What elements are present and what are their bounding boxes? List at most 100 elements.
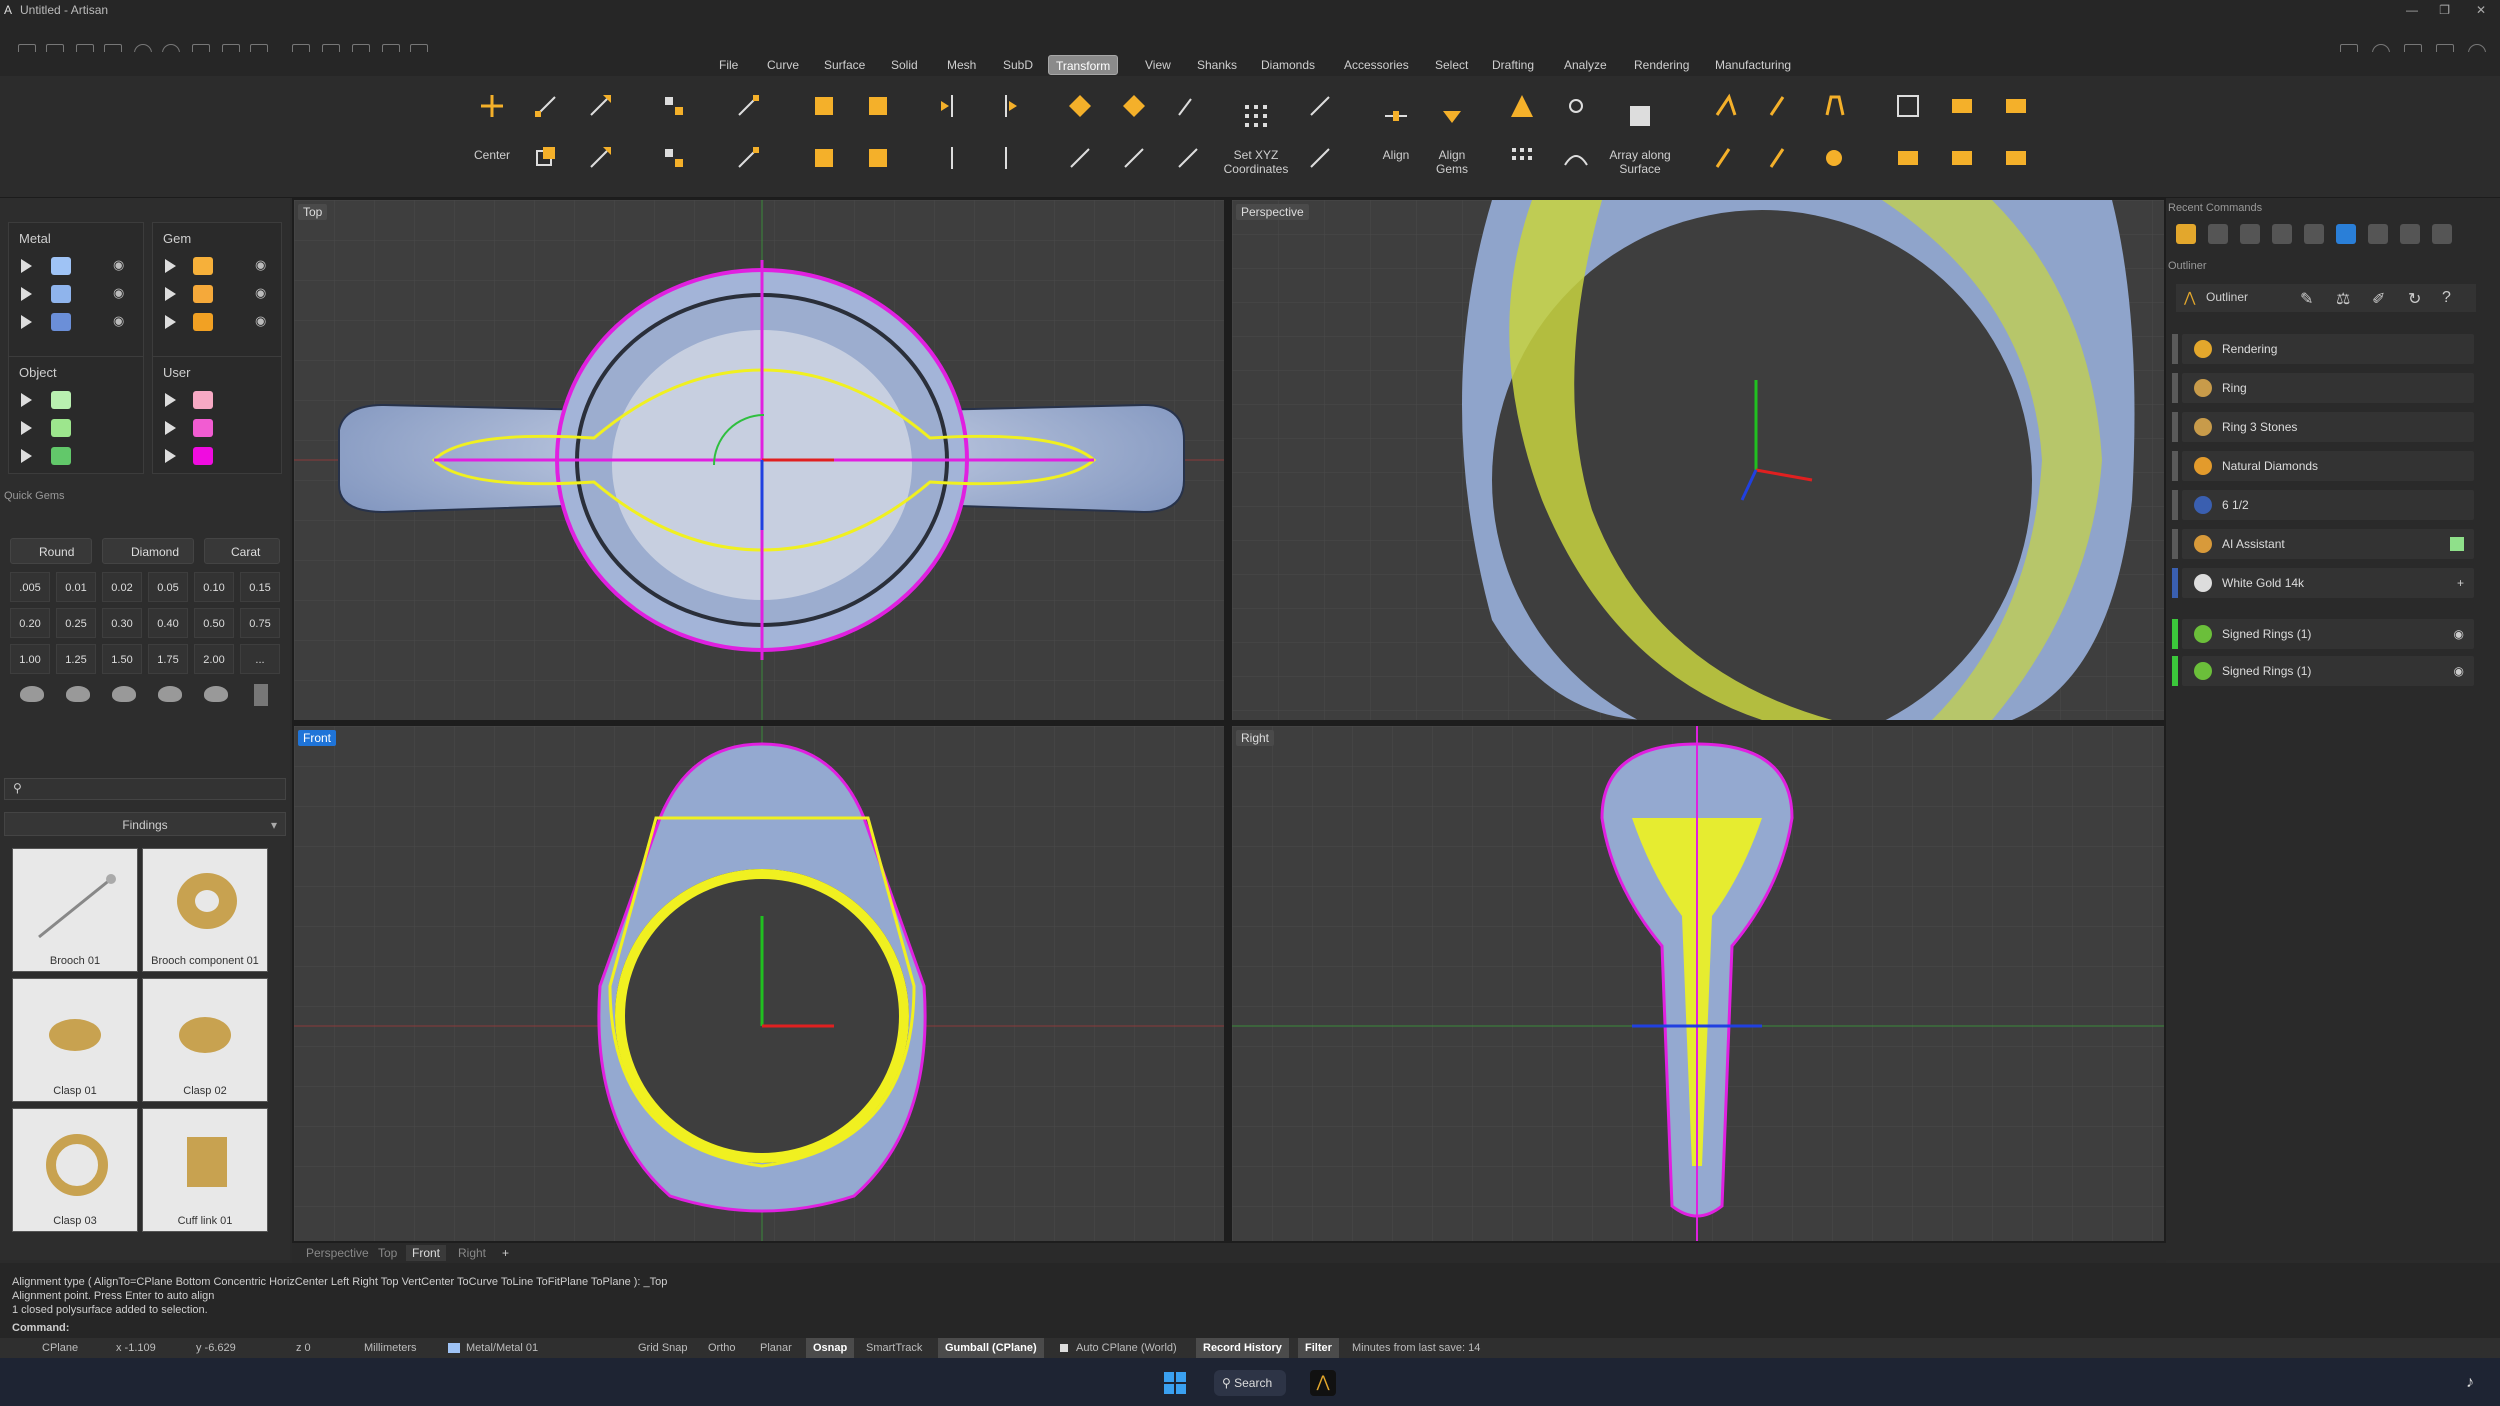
grid-snap-toggle[interactable]: Grid Snap <box>638 1338 688 1358</box>
current-layer[interactable]: Metal/Metal 01 <box>466 1338 538 1358</box>
gem-size-cell[interactable]: .005 <box>10 572 50 602</box>
perspective-viewport[interactable]: Perspective <box>1232 200 2164 720</box>
layer-play-icon[interactable] <box>165 315 176 329</box>
gem-cut-icon[interactable] <box>20 686 44 702</box>
eye-icon[interactable]: ◉ <box>113 313 124 329</box>
gumball-toggle[interactable]: Gumball (CPlane) <box>938 1338 1044 1358</box>
outliner-item[interactable]: Signed Rings (1) ◉ <box>2172 656 2474 686</box>
tab-top[interactable]: Top <box>372 1245 403 1261</box>
object-swatch-1[interactable] <box>51 391 71 409</box>
menu-rendering[interactable]: Rendering <box>1627 55 1696 75</box>
planar-toggle[interactable]: Planar <box>760 1338 792 1358</box>
outliner-item[interactable]: Rendering <box>2172 334 2474 364</box>
layer-play-icon[interactable] <box>21 315 32 329</box>
layer-play-icon[interactable] <box>165 449 176 463</box>
gem-size-cell[interactable]: 0.01 <box>56 572 96 602</box>
gem-size-cell[interactable]: 1.25 <box>56 644 96 674</box>
notification-icon[interactable]: ♪ <box>2466 1374 2474 1392</box>
layer-play-icon[interactable] <box>165 393 176 407</box>
menu-solid[interactable]: Solid <box>884 55 925 75</box>
menu-mesh[interactable]: Mesh <box>940 55 983 75</box>
eye-icon[interactable]: ◉ <box>2454 619 2464 649</box>
array-polar-button[interactable] <box>1114 86 1154 126</box>
orient-3pt-button[interactable] <box>986 138 1026 178</box>
filter-toggle[interactable]: Filter <box>1298 1338 1339 1358</box>
wand-icon[interactable]: ✎ <box>2300 289 2313 309</box>
tab-right[interactable]: Right <box>452 1245 492 1261</box>
mirror-3pt-button[interactable] <box>986 86 1026 126</box>
bezel-button[interactable] <box>1888 138 1928 178</box>
mirror-button[interactable] <box>932 86 972 126</box>
smash-button[interactable] <box>1300 86 1340 126</box>
help-icon[interactable]: ? <box>2442 289 2451 307</box>
align-gems-button[interactable] <box>1432 96 1472 136</box>
layer-play-icon[interactable] <box>21 287 32 301</box>
eye-icon[interactable]: ◉ <box>2454 656 2464 686</box>
layer-play-icon[interactable] <box>21 449 32 463</box>
channel-button[interactable] <box>1942 138 1982 178</box>
array-crv-button[interactable] <box>1556 138 1596 178</box>
windows-start-icon[interactable] <box>1164 1372 1186 1394</box>
menu-view[interactable]: View <box>1138 55 1178 75</box>
user-swatch-1[interactable] <box>193 391 213 409</box>
eye-icon[interactable]: ◉ <box>113 285 124 301</box>
units-label[interactable]: Millimeters <box>364 1338 417 1358</box>
scale-1d-button[interactable] <box>654 138 694 178</box>
user-swatch-2[interactable] <box>193 419 213 437</box>
array-crv-on-srf-button[interactable] <box>1114 138 1154 178</box>
gem-cut-icon[interactable] <box>204 686 228 702</box>
project-button[interactable] <box>1300 138 1340 178</box>
menu-accessories[interactable]: Accessories <box>1337 55 1416 75</box>
cutter-button[interactable] <box>1996 86 2036 126</box>
recent-command-icon[interactable] <box>2336 224 2356 244</box>
recent-command-icon[interactable] <box>2272 224 2292 244</box>
perspective-viewport-tag[interactable]: Perspective <box>1236 204 1309 220</box>
recent-command-icon[interactable] <box>2368 224 2388 244</box>
outliner-item[interactable]: Ring 3 Stones <box>2172 412 2474 442</box>
record-history-toggle[interactable]: Record History <box>1196 1338 1289 1358</box>
array-gems-button[interactable] <box>1502 86 1542 126</box>
outliner-item[interactable]: AI Assistant <box>2172 529 2474 559</box>
right-viewport[interactable]: Right <box>1232 726 2164 1241</box>
recent-command-icon[interactable] <box>2208 224 2228 244</box>
rotate-3d-button[interactable] <box>580 138 620 178</box>
gem-size-cell[interactable]: 0.40 <box>148 608 188 638</box>
layer-play-icon[interactable] <box>21 421 32 435</box>
metal-swatch-3[interactable] <box>51 313 71 331</box>
front-viewport[interactable]: Front <box>294 726 1224 1241</box>
ortho-toggle[interactable]: Ortho <box>708 1338 736 1358</box>
edit-icon[interactable]: ✐ <box>2372 289 2385 309</box>
gem-swatch-1[interactable] <box>193 257 213 275</box>
seat-button[interactable] <box>1942 86 1982 126</box>
pave-fill-button[interactable] <box>1706 138 1746 178</box>
library-item[interactable]: Cuff link 01 <box>142 1108 268 1232</box>
prong-grid-button[interactable] <box>1888 86 1928 126</box>
checkbox-icon[interactable] <box>1060 1344 1068 1352</box>
gem-size-cell[interactable]: 0.20 <box>10 608 50 638</box>
outliner-item[interactable]: Ring <box>2172 373 2474 403</box>
menu-diamonds[interactable]: Diamonds <box>1254 55 1322 75</box>
gem-cut-icon[interactable] <box>254 684 268 706</box>
gem-size-cell[interactable]: 0.50 <box>194 608 234 638</box>
recent-command-icon[interactable] <box>2432 224 2452 244</box>
menu-analyze[interactable]: Analyze <box>1557 55 1614 75</box>
gem-size-cell[interactable]: ... <box>240 644 280 674</box>
cplane-label[interactable]: CPlane <box>42 1338 78 1358</box>
shear-button[interactable] <box>728 86 768 126</box>
gem-size-cell[interactable]: 0.05 <box>148 572 188 602</box>
object-swatch-3[interactable] <box>51 447 71 465</box>
menu-curve[interactable]: Curve <box>760 55 806 75</box>
menu-manufacturing[interactable]: Manufacturing <box>1708 55 1798 75</box>
gem-cut-icon[interactable] <box>66 686 90 702</box>
scatter-button[interactable] <box>1556 86 1596 126</box>
menu-subd[interactable]: SubD <box>996 55 1040 75</box>
maximize-icon[interactable]: ❐ <box>2439 0 2450 20</box>
library-item[interactable]: Clasp 01 <box>12 978 138 1102</box>
pave-gem-button[interactable] <box>1814 138 1854 178</box>
menu-surface[interactable]: Surface <box>817 55 872 75</box>
center-button[interactable] <box>472 86 512 126</box>
gem-size-cell[interactable]: 0.10 <box>194 572 234 602</box>
library-item[interactable]: Clasp 03 <box>12 1108 138 1232</box>
library-category-dropdown[interactable]: Findings ▾ <box>4 812 286 836</box>
library-item[interactable]: Clasp 02 <box>142 978 268 1102</box>
